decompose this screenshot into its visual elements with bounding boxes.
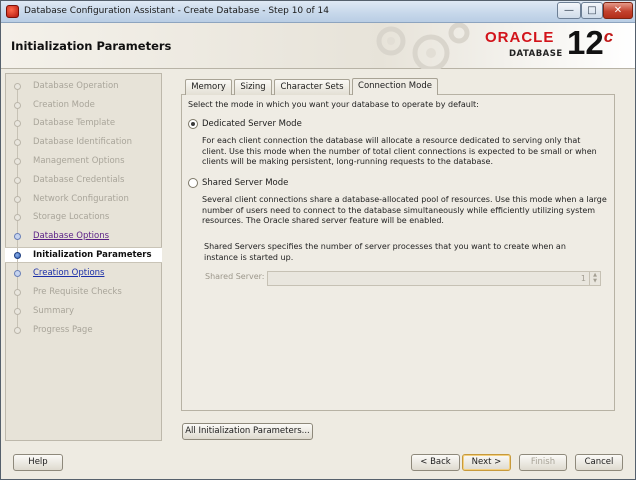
all-init-params-button[interactable]: All Initialization Parameters... <box>182 423 313 440</box>
nav-item-label: Creation Mode <box>33 100 95 110</box>
step-dot-icon <box>14 308 21 315</box>
shared-server-count-label: Shared Server: <box>205 272 265 281</box>
nav-item-label[interactable]: Database Options <box>33 231 109 241</box>
oracle-brand: ORACLE <box>485 29 555 46</box>
close-button[interactable]: ✕ <box>603 2 633 19</box>
tab-memory[interactable]: Memory <box>185 79 232 95</box>
spinner-arrows-icon[interactable]: ▲ ▼ <box>589 272 600 285</box>
step-dot-icon <box>14 120 21 127</box>
nav-item-label: Database Identification <box>33 137 132 147</box>
oracle-version: 12c <box>567 24 613 62</box>
tab-character-sets[interactable]: Character Sets <box>274 79 350 95</box>
nav-item-database-identification: Database Identification <box>13 135 163 149</box>
nav-item-database-credentials: Database Credentials <box>13 173 163 187</box>
next-button[interactable]: Next > <box>462 454 511 471</box>
app-icon <box>6 5 19 18</box>
step-dot-icon <box>14 327 21 334</box>
nav-item-label: Management Options <box>33 156 125 166</box>
nav-item-label[interactable]: Creation Options <box>33 268 104 278</box>
oracle-logo: ORACLE DATABASE 12c <box>479 24 631 66</box>
step-dot-icon <box>14 270 21 277</box>
nav-item-pre-requisite-checks: Pre Requisite Checks <box>13 285 163 299</box>
nav-item-label: Initialization Parameters <box>33 250 152 260</box>
header-banner: Initialization Parameters ORACLE DATABAS… <box>1 23 635 69</box>
nav-item-storage-locations: Storage Locations <box>13 210 163 224</box>
tab-connection-mode[interactable]: Connection Mode <box>352 78 438 95</box>
finish-button[interactable]: Finish <box>519 454 567 471</box>
nav-item-database-template: Database Template <box>13 116 163 130</box>
dedicated-server-description: For each client connection the database … <box>202 136 597 166</box>
dedicated-server-label[interactable]: Dedicated Server Mode <box>202 119 302 129</box>
nav-item-management-options: Management Options <box>13 154 163 168</box>
minimize-button[interactable]: — <box>557 2 581 19</box>
nav-item-label: Network Configuration <box>33 194 129 204</box>
nav-item-progress-page: Progress Page <box>13 323 163 337</box>
version-number: 12 <box>567 24 604 61</box>
maximize-button[interactable]: □ <box>581 2 603 19</box>
nav-item-creation-options[interactable]: Creation Options <box>13 266 163 280</box>
nav-item-label: Summary <box>33 306 75 316</box>
dbca-window: Database Configuration Assistant - Creat… <box>0 0 636 480</box>
step-dot-icon <box>14 139 21 146</box>
current-step-icon <box>14 252 21 259</box>
shared-server-radio[interactable] <box>188 178 198 188</box>
step-dot-icon <box>14 102 21 109</box>
nav-item-label: Database Template <box>33 118 116 128</box>
shared-servers-note: Shared Servers specifies the number of s… <box>204 242 566 262</box>
connection-mode-panel: Select the mode in which you want your d… <box>181 94 615 411</box>
shared-server-spinner[interactable]: 1 ▲ ▼ <box>267 271 601 286</box>
step-dot-icon <box>14 214 21 221</box>
nav-item-label: Storage Locations <box>33 212 110 222</box>
nav-item-network-configuration: Network Configuration <box>13 192 163 206</box>
step-dot-icon <box>14 233 21 240</box>
shared-server-label[interactable]: Shared Server Mode <box>202 178 288 188</box>
version-suffix: c <box>603 27 614 46</box>
nav-item-label: Database Operation <box>33 81 119 91</box>
step-dot-icon <box>14 196 21 203</box>
intro-text: Select the mode in which you want your d… <box>188 100 479 109</box>
cancel-button[interactable]: Cancel <box>575 454 623 471</box>
nav-item-database-options[interactable]: Database Options <box>13 229 163 243</box>
step-dot-icon <box>14 177 21 184</box>
tab-sizing[interactable]: Sizing <box>234 79 272 95</box>
title-bar[interactable]: Database Configuration Assistant - Creat… <box>1 1 635 23</box>
nav-item-label: Progress Page <box>33 325 93 335</box>
step-dot-icon <box>14 289 21 296</box>
step-dot-icon <box>14 158 21 165</box>
nav-item-creation-mode: Creation Mode <box>13 98 163 112</box>
gears-graphic <box>376 23 470 69</box>
nav-item-summary: Summary <box>13 304 163 318</box>
help-button[interactable]: Help <box>13 454 63 471</box>
nav-item-database-operation: Database Operation <box>13 79 163 93</box>
nav-item-label: Pre Requisite Checks <box>33 287 122 297</box>
page-title: Initialization Parameters <box>11 39 172 53</box>
dedicated-server-radio[interactable] <box>188 119 198 129</box>
window-title: Database Configuration Assistant - Creat… <box>24 6 330 16</box>
nav-item-label: Database Credentials <box>33 175 125 185</box>
shared-server-description: Several client connections share a datab… <box>202 195 607 225</box>
back-button[interactable]: < Back <box>411 454 460 471</box>
shared-server-value[interactable]: 1 <box>581 274 586 283</box>
nav-item-initialization-parameters: Initialization Parameters <box>13 248 163 262</box>
step-dot-icon <box>14 83 21 90</box>
oracle-brand-sub: DATABASE <box>509 49 563 59</box>
